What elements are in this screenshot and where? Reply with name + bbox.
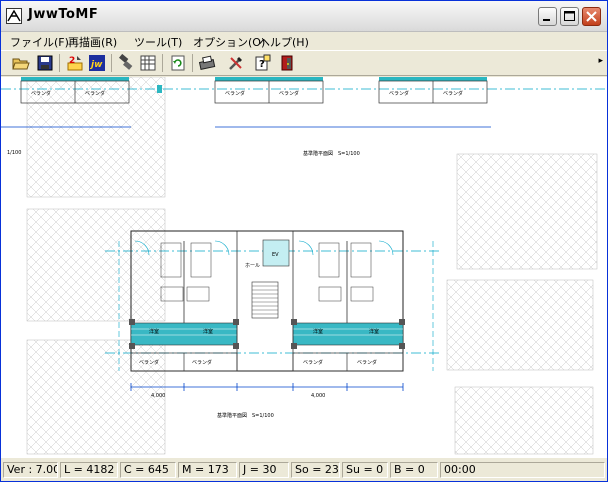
hall-label: ホール xyxy=(245,263,260,269)
svg-text:2: 2 xyxy=(69,56,75,66)
toolbar: 2 jw ? ▸ xyxy=(1,50,607,76)
toolbar-separator xyxy=(59,54,60,72)
hatched-area xyxy=(446,279,594,371)
svg-text:jw: jw xyxy=(89,60,103,70)
plan-title-top: 基準階平面図 S=1/100 xyxy=(303,150,360,157)
application-window: JwwToMF ファイル(F) 再描画(R) ツール(T) オプション(O) ヘ… xyxy=(0,0,608,482)
balcony-label: ベランダ xyxy=(357,359,377,366)
toolbar-overflow-chevron-icon[interactable]: ▸ xyxy=(598,56,603,66)
window-title: JwwToMF xyxy=(28,7,99,22)
minimize-button[interactable] xyxy=(538,7,557,26)
status-time: 00:00 xyxy=(440,462,605,478)
toolbar-separator xyxy=(111,54,112,72)
maximize-button[interactable] xyxy=(560,7,579,26)
balcony-label: ベランダ xyxy=(139,359,159,366)
hatched-area xyxy=(456,153,598,270)
help-icon[interactable]: ? xyxy=(254,54,272,72)
menu-help[interactable]: ヘルプ(H) xyxy=(259,34,309,50)
refresh-icon[interactable] xyxy=(169,54,187,72)
balcony-label: ベランダ xyxy=(31,90,51,97)
room-label: 洋室 xyxy=(149,328,159,335)
link-icon[interactable] xyxy=(117,54,135,72)
dimension-label: 4,000 xyxy=(311,393,325,399)
menu-bar: ファイル(F) 再描画(R) ツール(T) オプション(O) ヘルプ(H) xyxy=(1,32,607,50)
menu-redraw[interactable]: 再描画(R) xyxy=(68,34,117,50)
status-so-count: So = 237 xyxy=(291,462,340,478)
close-button[interactable] xyxy=(582,7,601,26)
minimize-icon xyxy=(543,19,550,21)
balcony-label: ベランダ xyxy=(225,90,245,97)
close-icon xyxy=(586,11,597,22)
jw-icon[interactable]: jw xyxy=(88,54,106,72)
status-m-count: M = 173 xyxy=(178,462,237,478)
app-logo-icon xyxy=(6,8,22,24)
room-label: 洋室 xyxy=(203,328,213,335)
exit-door-icon[interactable] xyxy=(278,54,296,72)
menu-file[interactable]: ファイル(F) xyxy=(10,34,69,50)
scale-note: 1/100 xyxy=(7,150,21,156)
dimension-label: 4,000 xyxy=(151,393,165,399)
maximize-icon xyxy=(564,11,575,21)
status-b-count: B = 0 xyxy=(390,462,438,478)
open-folder-icon[interactable] xyxy=(12,54,30,72)
balcony-label: ベランダ xyxy=(303,359,323,366)
status-l-count: L = 4182 xyxy=(60,462,118,478)
title-bar[interactable]: JwwToMF xyxy=(1,1,607,32)
toolbar-separator xyxy=(192,54,193,72)
hatched-area xyxy=(26,208,166,322)
balcony-label: ベランダ xyxy=(279,90,299,97)
balcony-label: ベランダ xyxy=(85,90,105,97)
ev-label: EV xyxy=(272,252,279,258)
drawing-canvas[interactable]: ベランダ ベランダ ベランダ ベランダ ベランダ ベランダ 1/100 基準階平… xyxy=(1,77,607,458)
status-version: Ver : 7.00 xyxy=(3,462,58,478)
status-c-count: C = 645 xyxy=(120,462,176,478)
tools-icon[interactable] xyxy=(227,54,245,72)
room-label: 洋室 xyxy=(369,328,379,335)
toolbar-separator xyxy=(162,54,163,72)
sxf-convert-icon[interactable]: 2 xyxy=(66,54,84,72)
balcony-label: ベランダ xyxy=(443,90,463,97)
floor-plan-drawing: ベランダ ベランダ ベランダ ベランダ ベランダ ベランダ 1/100 基準階平… xyxy=(1,77,607,455)
save-icon[interactable] xyxy=(36,54,54,72)
status-bar: Ver : 7.00 L = 4182 C = 645 M = 173 J = … xyxy=(1,460,607,481)
print-icon[interactable] xyxy=(198,54,216,72)
hatched-area xyxy=(454,386,594,455)
menu-tools[interactable]: ツール(T) xyxy=(134,34,182,50)
plan-title-bottom: 基準階平面図 S=1/100 xyxy=(217,412,274,419)
status-j-count: J = 30 xyxy=(239,462,289,478)
menu-options[interactable]: オプション(O) xyxy=(193,34,265,50)
room-label: 洋室 xyxy=(313,328,323,335)
hatched-area xyxy=(26,339,166,455)
status-su-count: Su = 0 xyxy=(342,462,388,478)
grid-file-icon[interactable] xyxy=(139,54,157,72)
balcony-label: ベランダ xyxy=(389,90,409,97)
balcony-label: ベランダ xyxy=(192,359,212,366)
